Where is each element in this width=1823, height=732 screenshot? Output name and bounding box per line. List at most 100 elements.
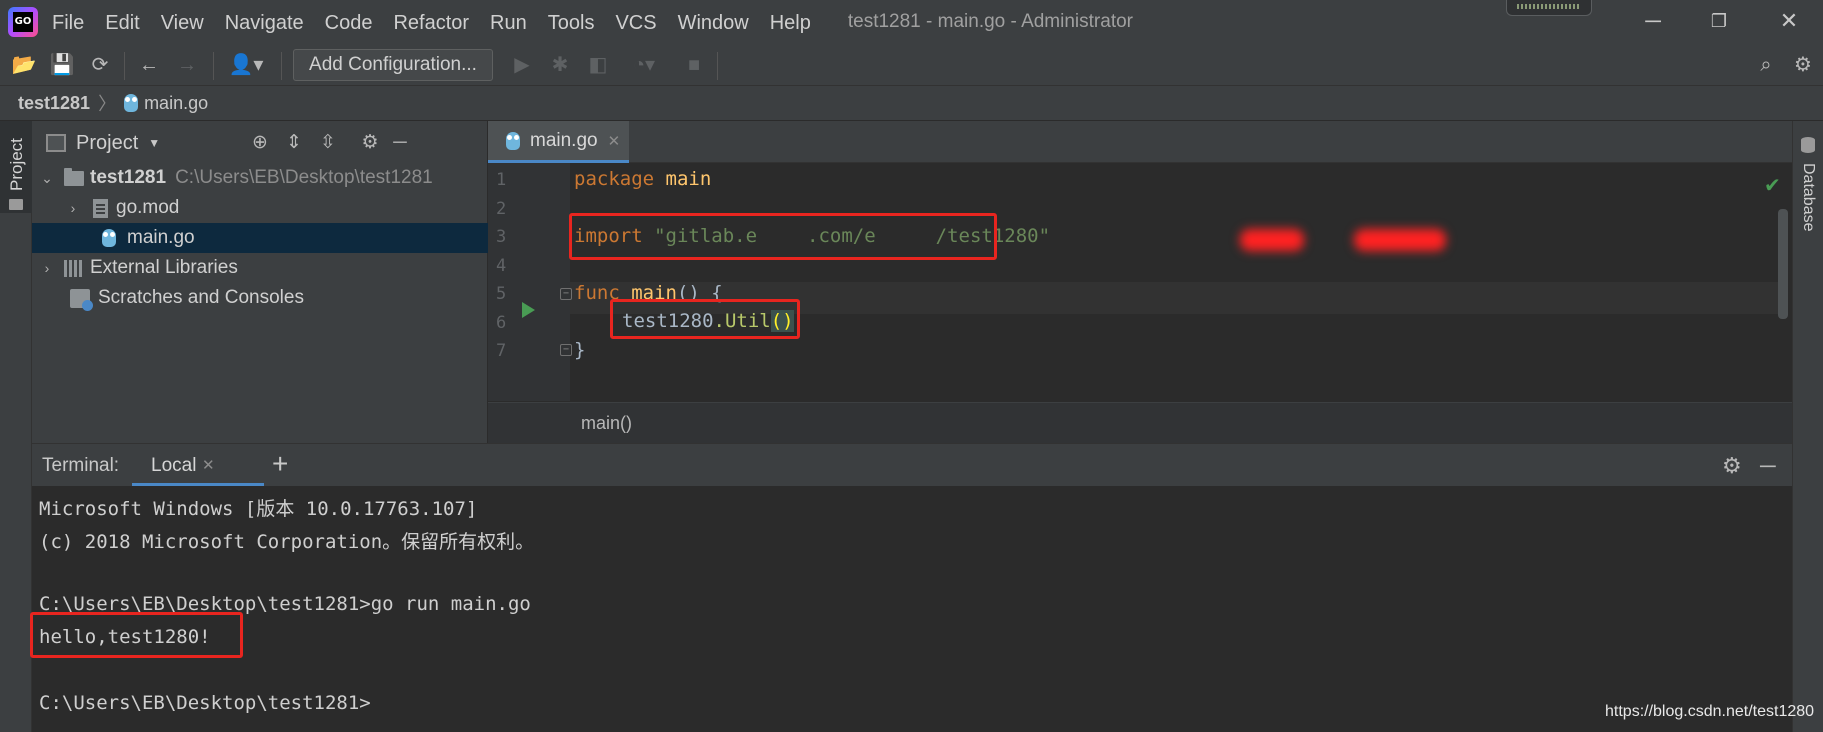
gear-icon[interactable]: ⚙ [358,131,382,155]
close-tab-icon[interactable]: ✕ [202,456,215,474]
debug-icon[interactable]: ✱ [546,52,574,78]
profile-dropdown-icon[interactable]: ◔▾ [622,52,666,78]
tree-item-scratches[interactable]: Scratches and Consoles [32,283,488,313]
save-icon[interactable]: 💾 [48,52,76,78]
chevron-down-icon[interactable]: ▼ [148,136,160,150]
terminal-header: Terminal: Local ✕ + ⚙ ─ [32,444,1792,486]
database-tool-tab-label: Database [1800,163,1817,232]
tree-item-external-libraries[interactable]: › External Libraries [32,253,488,283]
folder-icon [64,167,84,186]
open-folder-icon[interactable]: 📂 [10,52,38,78]
editor-tab-bar: main.go ✕ [488,121,1792,163]
menu-navigate[interactable]: Navigate [225,10,304,35]
forward-arrow-icon[interactable]: → [173,52,201,78]
code-line-1: package main [574,168,712,190]
fold-icon[interactable]: − [560,344,572,356]
project-view-selector[interactable]: Project [76,132,138,155]
folder-icon [9,199,23,210]
user-dropdown-icon[interactable]: 👤▾ [224,52,268,78]
breadcrumb-file[interactable]: main.go [144,93,208,114]
left-tool-strip: Project [0,121,32,732]
database-icon [1801,137,1815,153]
code-area[interactable]: package main import "gitlab.e .com/e/test… [488,163,1792,401]
tree-item-go-mod[interactable]: › go.mod [32,193,488,223]
hide-panel-icon[interactable]: ─ [388,131,412,155]
expand-all-icon[interactable]: ⇕ [282,131,306,155]
sync-icon[interactable]: ⟳ [86,52,114,78]
settings-gear-icon[interactable]: ⚙ [1789,52,1817,78]
close-tab-icon[interactable]: ✕ [608,132,621,150]
terminal-title: Terminal: [42,455,120,476]
stop-icon[interactable]: ■ [680,52,708,78]
vertical-scrollbar[interactable] [1778,209,1788,319]
menu-refactor[interactable]: Refactor [393,10,469,35]
editor-breadcrumb-function[interactable]: main() [581,413,632,434]
editor-tab-main-go[interactable]: main.go ✕ [488,121,629,163]
tree-item-label: test1281 [90,167,167,188]
menu-tools[interactable]: Tools [548,10,595,35]
gear-icon[interactable]: ⚙ [1722,453,1742,479]
right-tool-strip: Database [1792,121,1823,732]
tree-item-label: main.go [127,227,195,248]
terminal-line: Microsoft Windows [版本 10.0.17763.107] [39,498,478,520]
menu-window[interactable]: Window [678,10,749,35]
code-line-7: } [574,339,586,361]
menu-help[interactable]: Help [770,10,811,35]
library-icon [64,259,84,277]
redaction-mark [1240,229,1304,251]
menu-view[interactable]: View [161,10,204,35]
project-tool-tab[interactable]: Project [0,121,32,213]
locate-file-icon[interactable]: ⊕ [248,131,272,155]
tree-item-label: go.mod [116,197,180,218]
menu-code[interactable]: Code [325,10,373,35]
project-tool-tab-label: Project [7,138,26,191]
redaction-mark [1354,229,1446,251]
project-panel: Project ▼ ⊕ ⇕ ⇳ ⚙ ─ ⌄ test1281 C:\Users\… [32,121,488,443]
breadcrumb: test1281 〉 main.go [0,86,1823,121]
project-panel-header: Project ▼ ⊕ ⇕ ⇳ ⚙ ─ [32,121,487,165]
breadcrumb-separator-icon: 〉 [98,94,117,114]
app-logo-icon[interactable]: GO [8,7,38,37]
annotation-box-output [30,612,243,658]
fold-icon[interactable]: − [560,288,572,300]
menu-edit[interactable]: Edit [105,10,139,35]
toolbar-divider [717,52,718,80]
go-file-icon [102,229,116,247]
window-title: test1281 - main.go - Administrator [847,11,1133,32]
breadcrumb-project[interactable]: test1281 [18,93,90,114]
menu-run[interactable]: Run [490,10,527,35]
project-view-icon [46,134,66,152]
terminal-tab-label: Local [151,455,197,476]
memory-indicator[interactable] [1506,0,1592,16]
collapse-all-icon[interactable]: ⇳ [316,131,340,155]
add-configuration-button[interactable]: Add Configuration... [293,49,493,81]
minimize-icon[interactable]: ─ [1633,6,1673,36]
restore-icon[interactable]: ❐ [1699,6,1739,36]
tree-item-main-go[interactable]: main.go [32,223,488,253]
toolbar-divider [213,52,214,80]
terminal-line: (c) 2018 Microsoft Corporation。保留所有权利。 [39,531,535,553]
hide-panel-icon[interactable]: ─ [1760,453,1776,479]
add-terminal-button[interactable]: + [272,448,288,480]
annotation-box-import [569,213,997,260]
tree-item-label: External Libraries [90,257,238,278]
back-arrow-icon[interactable]: ← [135,52,163,78]
terminal-panel: Terminal: Local ✕ + ⚙ ─ Microsoft Window… [30,443,1792,732]
go-file-icon [506,131,520,150]
search-icon[interactable]: ⌕ [1752,52,1780,78]
terminal-line: C:\Users\EB\Desktop\test1281> [39,692,371,714]
menu-file[interactable]: File [52,10,84,35]
title-bar: GO File Edit View Navigate Code Refactor… [0,0,1823,44]
chevron-right-icon[interactable]: › [66,200,80,216]
chevron-down-icon[interactable]: ⌄ [40,170,54,187]
menu-vcs[interactable]: VCS [615,10,656,35]
run-icon[interactable]: ▶ [508,52,536,78]
editor-tab-label: main.go [530,129,598,151]
coverage-icon[interactable]: ◧ [584,52,612,78]
tree-item-project-root[interactable]: ⌄ test1281 C:\Users\EB\Desktop\test1281 [32,163,488,193]
close-icon[interactable]: ✕ [1769,6,1809,36]
terminal-tab-local[interactable]: Local ✕ [132,444,264,486]
tree-item-path: C:\Users\EB\Desktop\test1281 [175,167,433,188]
chevron-right-icon[interactable]: › [40,260,54,276]
run-gutter-icon[interactable] [522,302,535,318]
